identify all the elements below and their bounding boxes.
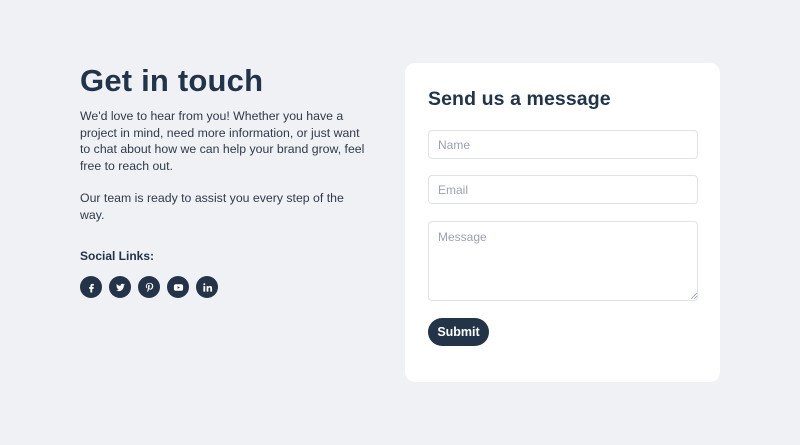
- form-title: Send us a message: [428, 88, 611, 110]
- page-title: Get in touch: [80, 63, 264, 98]
- name-field[interactable]: [428, 130, 698, 159]
- contact-page: Get in touch We'd love to hear from you!…: [0, 0, 800, 445]
- pinterest-link[interactable]: [138, 276, 160, 298]
- facebook-icon: [88, 283, 94, 293]
- facebook-link[interactable]: [80, 276, 102, 298]
- intro-text: We'd love to hear from you! Whether you …: [80, 109, 365, 173]
- assist-text: Our team is ready to assist you every st…: [80, 191, 344, 222]
- linkedin-icon: [202, 282, 212, 292]
- youtube-icon: [173, 283, 183, 291]
- twitter-icon: [115, 283, 125, 291]
- contact-info-section: Get in touch We'd love to hear from you!…: [80, 62, 365, 298]
- submit-button[interactable]: Submit: [428, 318, 489, 346]
- twitter-link[interactable]: [109, 276, 131, 298]
- pinterest-icon: [145, 282, 153, 292]
- resize-grip-icon[interactable]: [691, 293, 697, 299]
- message-form-card: Send us a message Submit: [405, 63, 720, 382]
- youtube-link[interactable]: [167, 276, 189, 298]
- message-field[interactable]: [428, 221, 698, 301]
- social-links: [80, 276, 365, 298]
- linkedin-link[interactable]: [196, 276, 218, 298]
- email-field[interactable]: [428, 175, 698, 204]
- social-links-heading: Social Links:: [80, 249, 155, 263]
